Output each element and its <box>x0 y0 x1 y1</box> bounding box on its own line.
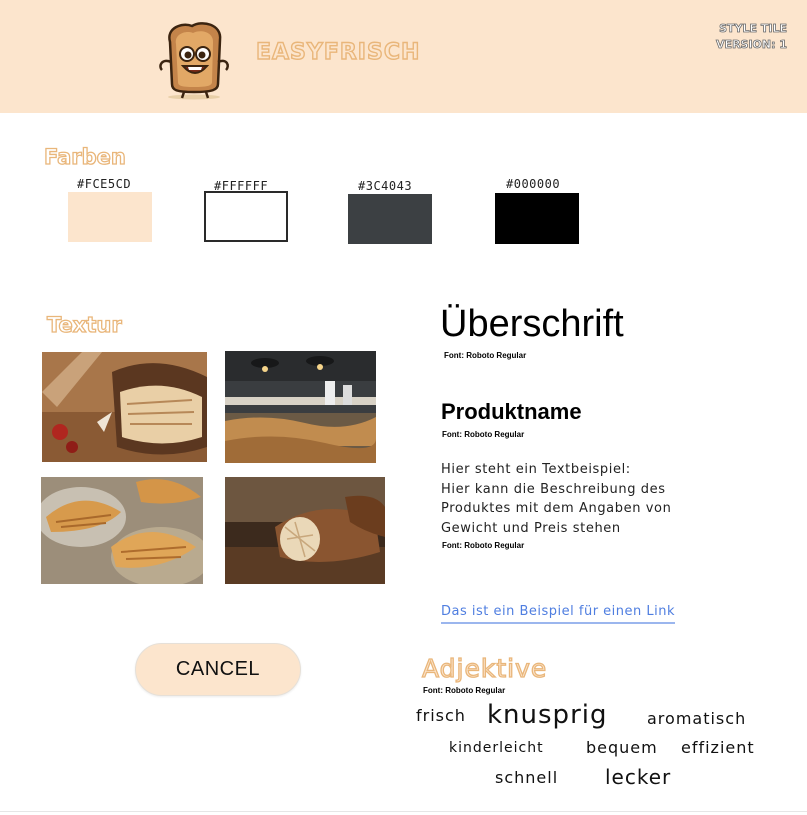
color-swatch-white <box>204 191 288 242</box>
version-label: VERSION: 1 <box>716 38 788 52</box>
color-swatch-dark-gray <box>348 194 432 244</box>
swatch-label: #3C4043 <box>358 179 413 193</box>
color-swatch-cream <box>68 192 152 242</box>
adjective-word: bequem <box>586 738 658 757</box>
body-text-line: Hier kann die Beschreibung des <box>441 481 666 497</box>
adjective-word: aromatisch <box>647 709 747 728</box>
adjective-word: frisch <box>416 706 466 725</box>
adjectives-section-title: Adjektive <box>421 653 548 683</box>
body-text-line: Gewicht und Preis stehen <box>441 520 621 536</box>
swatch-label: #000000 <box>506 177 561 191</box>
body-font-note: Font: Roboto Regular <box>442 541 525 550</box>
body-text-sample: Hier steht ein Textbeispiel: Hier kann d… <box>441 460 741 538</box>
header-bar: EASYFRISCH STYLE TILE VERSION: 1 <box>0 0 807 113</box>
croissants-photo <box>41 477 203 584</box>
style-tile-info: STYLE TILE VERSION: 1 <box>716 21 788 53</box>
cancel-button[interactable]: CANCEL <box>135 643 301 696</box>
adjective-word: lecker <box>605 765 672 789</box>
adjective-word: effizient <box>681 738 755 757</box>
bakery-counter-photo <box>225 351 376 463</box>
colors-section-title: Farben <box>43 144 126 169</box>
color-swatch-black <box>495 193 579 244</box>
bread-loaf-photo <box>42 352 207 462</box>
adjective-word: kinderleicht <box>449 740 544 756</box>
adjective-word: schnell <box>495 768 559 787</box>
bottom-divider <box>0 811 807 812</box>
bread-closeup-photo <box>225 477 385 584</box>
product-name-sample: Produktname <box>441 399 582 424</box>
example-link[interactable]: Das ist ein Beispiel für einen Link <box>441 604 676 624</box>
texture-section-title: Textur <box>46 312 122 337</box>
heading-font-note: Font: Roboto Regular <box>444 351 527 360</box>
swatch-label: #FCE5CD <box>77 177 132 191</box>
brand-name: EASYFRISCH <box>255 39 421 65</box>
heading-sample: Überschrift <box>440 303 624 345</box>
style-tile-label: STYLE TILE <box>719 22 788 36</box>
bread-mascot-logo <box>152 18 236 100</box>
product-font-note: Font: Roboto Regular <box>442 430 525 439</box>
adjectives-font-note: Font: Roboto Regular <box>423 686 506 695</box>
adjective-word: knusprig <box>487 700 608 730</box>
body-text-line: Hier steht ein Textbeispiel: <box>441 462 631 477</box>
body-text-line: Produktes mit dem Angaben von <box>441 501 672 516</box>
